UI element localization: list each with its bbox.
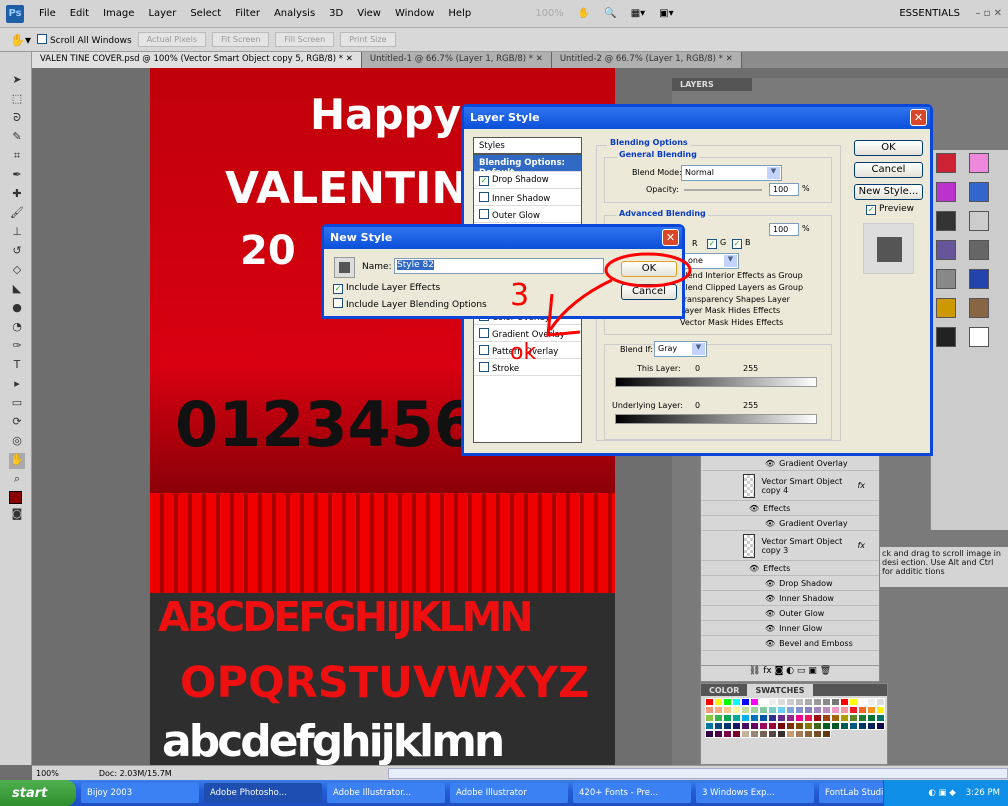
annotation-number: 3: [510, 278, 530, 313]
annotation-circle: [604, 252, 692, 288]
taskbar-item-label: 3 Windows Exp...: [702, 788, 775, 798]
start-button[interactable]: start: [0, 780, 76, 806]
annotation-ok-text: ok: [510, 340, 537, 365]
taskbar-item[interactable]: 3 Windows Exp...: [696, 783, 814, 803]
taskbar-item-label: Adobe Illustrator: [456, 788, 527, 798]
taskbar-item[interactable]: Bijoy 2003: [81, 783, 199, 803]
taskbar-item[interactable]: Adobe Photosho...: [204, 783, 322, 803]
taskbar-item-label: 420+ Fonts - Pre...: [579, 788, 659, 798]
status-zoom[interactable]: 100%: [36, 769, 59, 778]
taskbar-item-label: FontLab Studio: [825, 788, 889, 798]
status-doc-size[interactable]: Doc: 2.03M/15.7M: [99, 769, 172, 778]
system-tray: ◐ ▣ ◆ 3:26 PM: [883, 780, 1008, 806]
taskbar: start Bijoy 2003 Adobe Photosho... Adobe I…: [0, 780, 1008, 806]
status-bar: 100% Doc: 2.03M/15.7M: [32, 765, 1008, 780]
tray-icons: ◐ ▣ ◆: [928, 788, 956, 798]
annotation-arrow: [546, 278, 613, 337]
taskbar-item-label: Adobe Photosho...: [210, 788, 287, 798]
taskbar-item-label: Adobe Illustrator...: [333, 788, 412, 798]
taskbar-item[interactable]: Adobe Illustrator...: [327, 783, 445, 803]
start-label: start: [12, 785, 48, 801]
horizontal-scrollbar[interactable]: [388, 767, 1008, 779]
taskbar-item[interactable]: Adobe Illustrator: [450, 783, 568, 803]
clock: 3:26 PM: [965, 788, 1000, 798]
taskbar-item[interactable]: 420+ Fonts - Pre...: [573, 783, 691, 803]
taskbar-item-label: Bijoy 2003: [87, 788, 133, 798]
annotation-overlay: [546, 252, 692, 337]
